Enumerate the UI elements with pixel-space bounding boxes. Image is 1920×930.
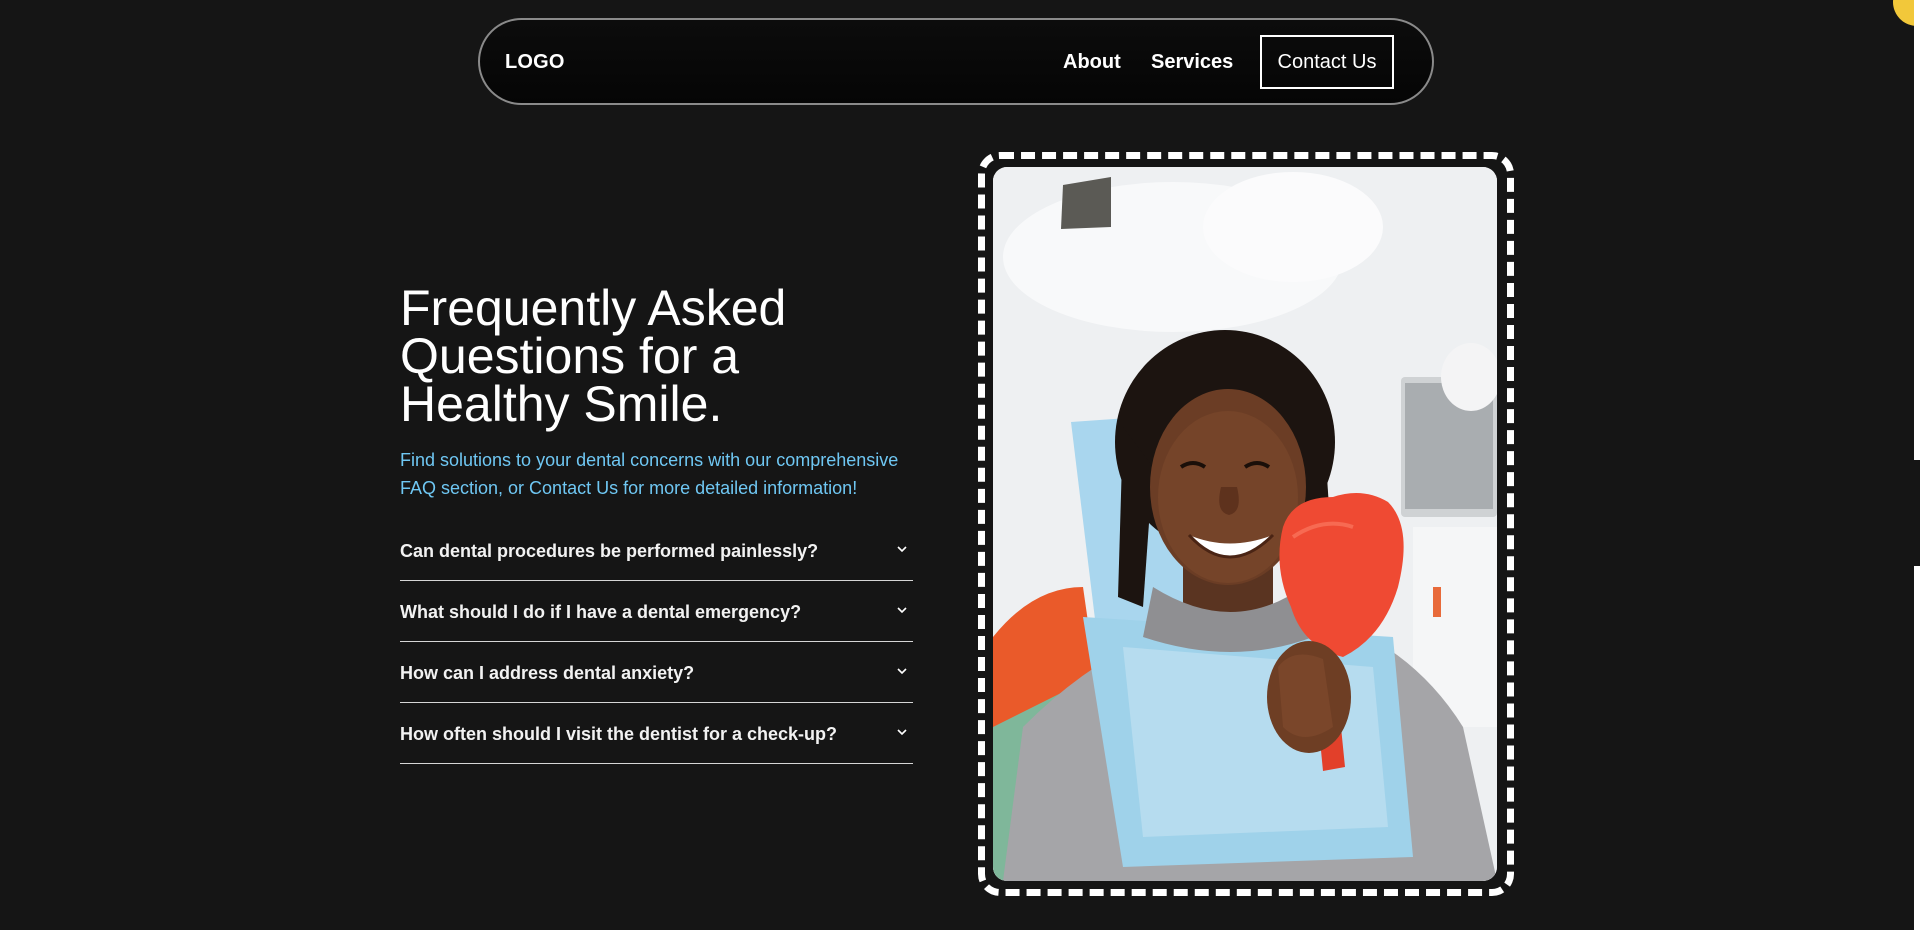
faq-question: What should I do if I have a dental emer…	[400, 602, 802, 622]
faq-subtitle-line: Find solutions to your dental concerns w…	[400, 450, 899, 470]
dental-patient-photo	[993, 167, 1497, 881]
faq-item[interactable]: How often should I visit the dentist for…	[400, 703, 913, 764]
faq-item[interactable]: What should I do if I have a dental emer…	[400, 581, 913, 642]
faq-item[interactable]: Can dental procedures be performed painl…	[400, 520, 913, 581]
faq-question: How can I address dental anxiety?	[400, 663, 695, 683]
faq-question: Can dental procedures be performed painl…	[400, 541, 819, 561]
faq-title: Frequently Asked Questions for a Healthy…	[400, 283, 880, 429]
faq-question: How often should I visit the dentist for…	[400, 724, 838, 744]
faq-title-line: Healthy Smile.	[400, 376, 723, 432]
faq-subtitle: Find solutions to your dental concerns w…	[400, 446, 920, 502]
logo[interactable]: LOGO	[505, 51, 565, 74]
faq-item[interactable]: How can I address dental anxiety?	[400, 642, 913, 703]
nav-link-about[interactable]: About	[1063, 51, 1121, 74]
faq-accordion: Can dental procedures be performed painl…	[400, 520, 913, 764]
edge-strip	[1914, 0, 1920, 460]
chevron-down-icon[interactable]	[895, 727, 909, 737]
contact-us-button[interactable]: Contact Us	[1260, 35, 1394, 89]
nav-link-services[interactable]: Services	[1151, 51, 1233, 74]
chevron-down-icon[interactable]	[895, 666, 909, 676]
chevron-down-icon[interactable]	[895, 544, 909, 554]
dental-patient-illustration	[993, 167, 1497, 881]
edge-strip	[1914, 566, 1920, 930]
faq-subtitle-line: FAQ section, or Contact Us for more deta…	[400, 478, 858, 498]
page: LOGO About Services Contact Us Frequentl…	[0, 0, 1920, 930]
edge-strip-gap	[1914, 462, 1920, 566]
chevron-down-icon[interactable]	[895, 605, 909, 615]
navbar: LOGO About Services Contact Us	[478, 18, 1434, 105]
